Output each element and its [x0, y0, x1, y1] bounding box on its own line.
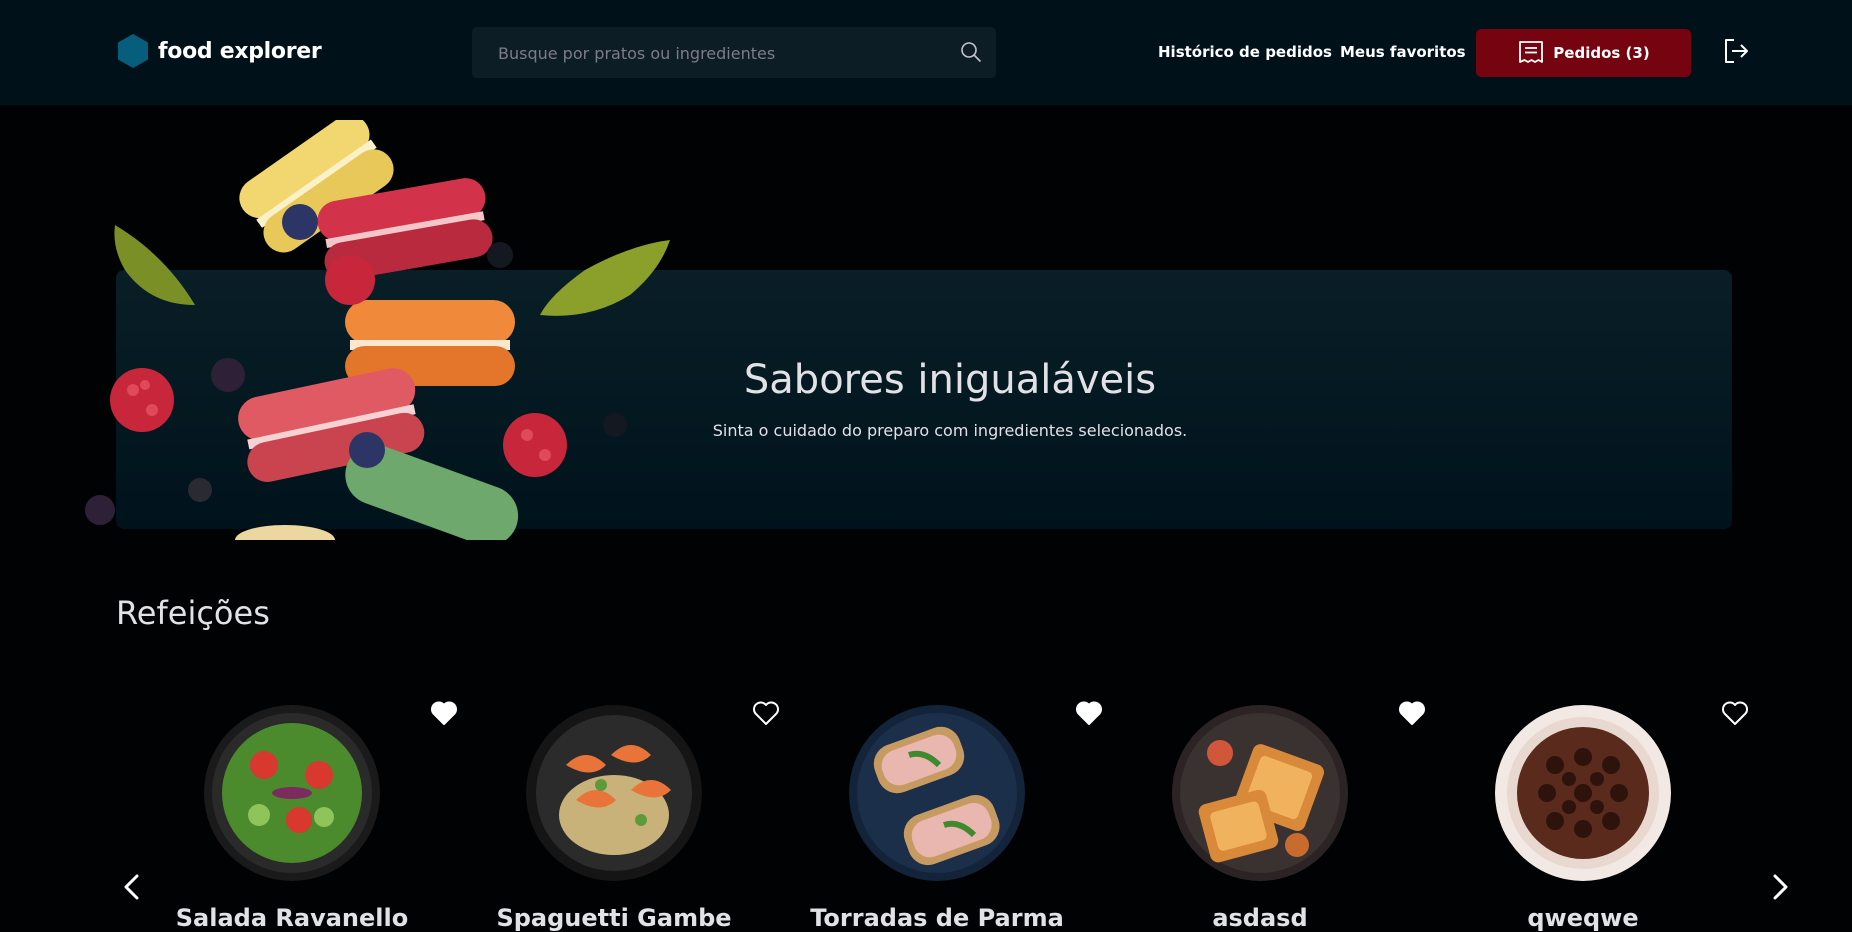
banner-title: Sabores inigualáveis — [743, 357, 1157, 403]
chevron-left-icon[interactable] — [120, 872, 144, 902]
dish-name[interactable]: qweqwe — [1437, 904, 1729, 932]
dish-name[interactable]: Torradas de Parma — [791, 904, 1083, 932]
dish-card[interactable]: Spaguetti Gambe — [468, 700, 779, 932]
dish-card[interactable]: qweqwe — [1437, 700, 1748, 932]
dish-image — [1495, 705, 1671, 881]
logo[interactable]: food explorer — [118, 34, 322, 68]
dish-name[interactable]: asdasd — [1114, 904, 1406, 932]
dish-image — [204, 705, 380, 881]
heart-icon[interactable] — [1075, 700, 1103, 726]
dish-name[interactable]: Salada Ravanello — [146, 904, 438, 932]
brand-name: food explorer — [158, 38, 322, 64]
dish-card[interactable]: Salada Ravanello — [146, 700, 457, 932]
receipt-icon — [1519, 41, 1544, 63]
heart-icon[interactable] — [1721, 700, 1749, 726]
orders-button[interactable]: Pedidos (3) — [1476, 29, 1691, 77]
logout-icon[interactable] — [1722, 37, 1750, 65]
dish-name[interactable]: Spaguetti Gambe — [468, 904, 760, 932]
hexagon-logo-icon — [118, 34, 148, 68]
dish-card[interactable]: Torradas de Parma — [791, 700, 1102, 932]
search-bar[interactable] — [472, 27, 996, 80]
nav-order-history[interactable]: Histórico de pedidos — [1158, 43, 1332, 61]
banner-subtitle: Sinta o cuidado do preparo com ingredien… — [712, 421, 1188, 440]
heart-icon[interactable] — [430, 700, 458, 726]
orders-button-label: Pedidos (3) — [1553, 44, 1650, 62]
heart-icon[interactable] — [752, 700, 780, 726]
macarons-illustration — [85, 120, 670, 540]
dish-card[interactable]: asdasd — [1114, 700, 1425, 932]
chevron-right-icon[interactable] — [1768, 872, 1792, 902]
heart-icon[interactable] — [1398, 700, 1426, 726]
nav-favorites[interactable]: Meus favoritos — [1340, 43, 1466, 61]
header: food explorer Histórico de pedidos Meus … — [0, 0, 1852, 105]
search-icon[interactable] — [960, 41, 982, 63]
section-title: Refeições — [116, 594, 270, 632]
dish-image — [849, 705, 1025, 881]
dish-image — [1172, 705, 1348, 881]
dish-image — [526, 705, 702, 881]
search-input[interactable] — [496, 27, 940, 80]
